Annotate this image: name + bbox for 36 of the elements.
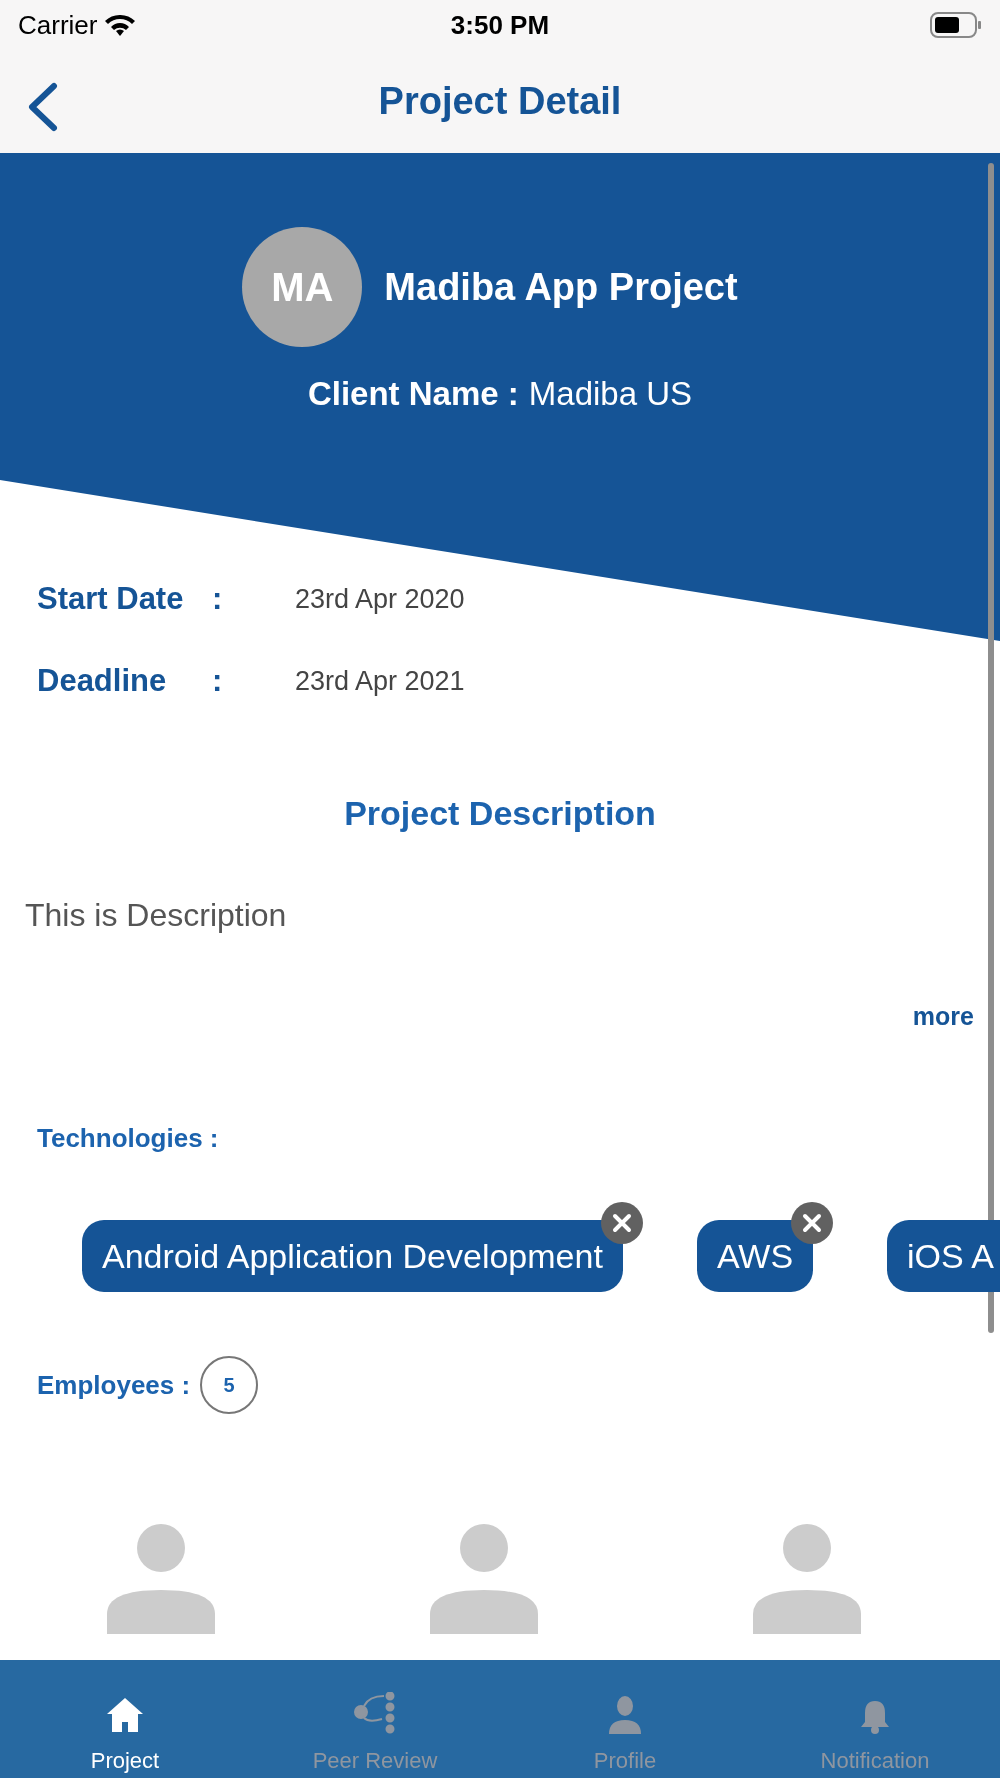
battery-icon bbox=[930, 12, 982, 38]
person-placeholder-icon bbox=[750, 1524, 863, 1636]
close-icon bbox=[611, 1213, 632, 1233]
remove-button[interactable] bbox=[791, 1202, 834, 1244]
technology-chip: iOS A bbox=[887, 1220, 1000, 1292]
date-value: 23rd Apr 2020 bbox=[294, 583, 466, 615]
person-placeholder-icon bbox=[105, 1524, 218, 1636]
remove-button[interactable] bbox=[600, 1202, 643, 1244]
project-name: Madiba App Project bbox=[384, 265, 738, 309]
tab-item[interactable]: Peer Review bbox=[250, 1660, 500, 1778]
person-icon bbox=[608, 1696, 642, 1734]
tab-item[interactable]: Profile bbox=[500, 1660, 750, 1778]
person-placeholder-icon bbox=[428, 1524, 540, 1636]
date-value: 23rd Apr 2021 bbox=[294, 665, 466, 697]
date-separator: : bbox=[212, 663, 224, 699]
technologies-label: Technologies : bbox=[37, 1123, 219, 1153]
client-name: Madiba US bbox=[528, 375, 693, 413]
more-link[interactable]: more bbox=[912, 1002, 974, 1031]
close-icon bbox=[802, 1213, 823, 1233]
employees-label: Employees : bbox=[37, 1369, 191, 1401]
clock-time: 3:50 PM bbox=[450, 9, 550, 41]
client-label: Client Name : bbox=[307, 375, 519, 413]
date-label: Deadline bbox=[37, 663, 168, 699]
bell-icon bbox=[860, 1698, 890, 1734]
description-text: This is Description bbox=[25, 897, 288, 934]
wifi-icon bbox=[105, 14, 136, 36]
date-separator: : bbox=[212, 581, 224, 617]
employee-count: 5 bbox=[200, 1356, 259, 1414]
home-icon bbox=[105, 1696, 145, 1734]
screen-title: Project Detail bbox=[378, 80, 622, 123]
tab-item[interactable]: Project bbox=[0, 1660, 250, 1778]
date-label: Start Date bbox=[37, 581, 185, 617]
tab-item[interactable]: Notification bbox=[750, 1660, 1000, 1778]
section-heading: Project Description bbox=[343, 794, 657, 833]
carrier-name: Carrier bbox=[18, 9, 98, 41]
flow-icon bbox=[354, 1692, 396, 1734]
